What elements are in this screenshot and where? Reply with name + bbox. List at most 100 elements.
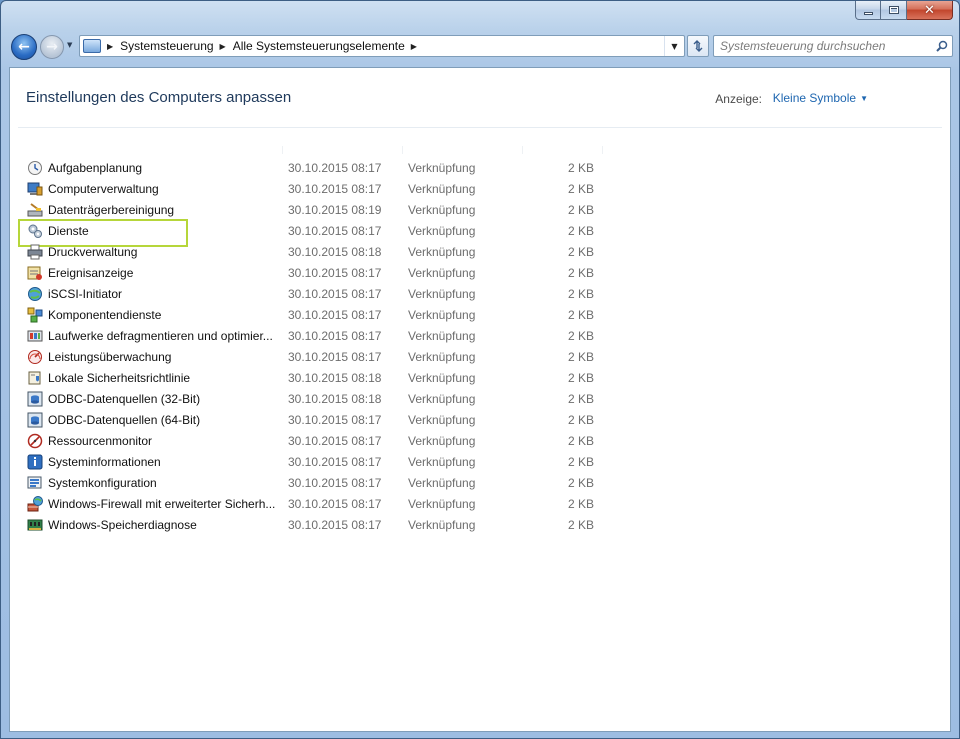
breadcrumb-chevron-icon[interactable]: ▶ <box>411 42 417 51</box>
item-type: Verknüpfung <box>408 475 476 490</box>
navigation-bar: ← → ▼ ▶ Systemsteuerung ▶ Alle Systemste… <box>9 31 953 63</box>
item-type: Verknüpfung <box>408 433 476 448</box>
item-date: 30.10.2015 08:17 <box>288 433 382 448</box>
item-date: 30.10.2015 08:19 <box>288 202 382 217</box>
recent-pages-dropdown-icon[interactable]: ▼ <box>67 41 72 49</box>
item-size: 2 KB <box>567 286 594 301</box>
item-size: 2 KB <box>567 517 594 532</box>
list-item[interactable]: Lokale Sicherheitsrichtlinie 30.10.2015 0… <box>24 367 624 388</box>
item-type: Verknüpfung <box>408 202 476 217</box>
address-dropdown-icon[interactable]: ▼ <box>664 36 684 56</box>
item-date: 30.10.2015 08:17 <box>288 517 382 532</box>
computer-management-icon <box>27 182 43 195</box>
security-policy-icon <box>28 371 41 384</box>
page-title: Einstellungen des Computers anpassen <box>26 89 292 106</box>
item-type: Verknüpfung <box>408 223 476 238</box>
content-pane: Einstellungen des Computers anpassen Anz… <box>9 67 951 732</box>
list-item[interactable]: Laufwerke defragmentieren und optimier..… <box>24 325 624 346</box>
list-item[interactable]: Aufgabenplanung 30.10.2015 08:17 Verknüpfu… <box>24 157 624 178</box>
view-label: Anzeige: <box>715 92 762 106</box>
item-type: Verknüpfung <box>408 160 476 175</box>
item-type: Verknüpfung <box>408 307 476 322</box>
back-arrow-icon: ← <box>18 39 30 55</box>
disk-cleanup-icon <box>27 202 43 216</box>
item-date: 30.10.2015 08:17 <box>288 475 382 490</box>
item-date: 30.10.2015 08:17 <box>288 349 382 364</box>
list-item[interactable]: ODBC-Datenquellen (32-Bit) 30.10.2015 08:… <box>24 388 624 409</box>
item-size: 2 KB <box>567 244 594 259</box>
item-name: Computerverwaltung <box>48 181 159 196</box>
system-config-icon <box>27 476 42 488</box>
item-name: Windows-Speicherdiagnose <box>48 517 197 532</box>
item-size: 2 KB <box>567 370 594 385</box>
item-name: Systeminformationen <box>48 454 161 469</box>
breadcrumb-chevron-icon[interactable]: ▶ <box>220 42 226 51</box>
view-mode-dropdown[interactable]: Kleine Symbole ▼ <box>773 91 868 105</box>
chevron-down-icon: ▼ <box>860 93 868 103</box>
list-item[interactable]: Dienste 30.10.2015 08:17 Verknüpfung 2 KB <box>18 219 624 247</box>
search-box <box>713 35 953 57</box>
list-item[interactable]: Computerverwaltung 30.10.2015 08:17 Verknü… <box>24 178 624 199</box>
system-info-icon <box>27 454 43 469</box>
item-date: 30.10.2015 08:17 <box>288 496 382 511</box>
item-date: 30.10.2015 08:17 <box>288 265 382 280</box>
item-date: 30.10.2015 08:17 <box>288 307 382 322</box>
component-services-icon <box>27 307 43 322</box>
list-item[interactable]: Ereignisanzeige 30.10.2015 08:17 Verknüpfu… <box>24 262 624 283</box>
item-date: 30.10.2015 08:18 <box>288 391 382 406</box>
maximize-button[interactable] <box>881 1 907 20</box>
item-name: iSCSI-Initiator <box>48 286 123 301</box>
view-mode-value: Kleine Symbole <box>772 91 857 105</box>
minimize-button[interactable] <box>855 1 881 20</box>
item-list: Aufgabenplanung 30.10.2015 08:17 Verknüpfu… <box>18 157 624 535</box>
item-type: Verknüpfung <box>408 265 476 280</box>
item-date: 30.10.2015 08:17 <box>288 412 382 427</box>
breadcrumb-systemsteuerung[interactable]: Systemsteuerung <box>120 39 213 53</box>
item-type: Verknüpfung <box>408 454 476 469</box>
clock-icon <box>28 160 42 175</box>
item-size: 2 KB <box>567 454 594 469</box>
list-item[interactable]: ODBC-Datenquellen (64-Bit) 30.10.2015 08:… <box>24 409 624 430</box>
close-button[interactable]: ✕ <box>907 1 953 20</box>
address-bar[interactable]: ▶ Systemsteuerung ▶ Alle Systemsteuerung… <box>79 35 685 57</box>
item-name: ODBC-Datenquellen (64-Bit) <box>48 412 201 427</box>
list-item[interactable]: Windows-Speicherdiagnose 30.10.2015 08:17… <box>24 514 624 535</box>
search-input[interactable] <box>720 39 932 53</box>
item-name: Dienste <box>48 223 89 238</box>
item-size: 2 KB <box>567 391 594 406</box>
forward-button[interactable]: → <box>40 35 64 59</box>
list-item[interactable]: Leistungsüberwachung 30.10.2015 08:17 Verk… <box>24 346 624 367</box>
item-date: 30.10.2015 08:17 <box>288 223 382 238</box>
item-name: Windows-Firewall mit erweiterter Sicherh… <box>48 496 276 511</box>
refresh-icon <box>693 40 703 52</box>
item-size: 2 KB <box>567 265 594 280</box>
item-size: 2 KB <box>567 307 594 322</box>
refresh-button[interactable] <box>687 35 709 57</box>
item-type: Verknüpfung <box>408 370 476 385</box>
back-button[interactable]: ← <box>11 34 37 60</box>
list-item[interactable]: Druckverwaltung 30.10.2015 08:18 Verknüpfu… <box>24 241 624 262</box>
item-type: Verknüpfung <box>408 286 476 301</box>
list-item[interactable]: Ressourcenmonitor 30.10.2015 08:17 Verknüp… <box>24 430 624 451</box>
close-icon: ✕ <box>924 2 935 18</box>
firewall-icon <box>27 495 43 511</box>
list-item[interactable]: Datenträgerbereinigung 30.10.2015 08:19 Ve… <box>24 199 624 220</box>
item-name: Ressourcenmonitor <box>48 433 153 448</box>
item-size: 2 KB <box>567 475 594 490</box>
breadcrumb-alle-elemente[interactable]: Alle Systemsteuerungselemente <box>233 39 405 53</box>
list-item[interactable]: Windows-Firewall mit erweiterter Sicherh… <box>24 493 624 514</box>
search-icon[interactable] <box>932 40 952 52</box>
item-size: 2 KB <box>567 349 594 364</box>
memory-diagnostic-icon <box>27 519 43 530</box>
list-item[interactable]: Systeminformationen 30.10.2015 08:17 Verkn… <box>24 451 624 472</box>
list-item[interactable]: iSCSI-Initiator 30.10.2015 08:17 Verknüpfu… <box>24 283 624 304</box>
item-size: 2 KB <box>567 160 594 175</box>
printer-icon <box>27 244 43 259</box>
item-size: 2 KB <box>567 328 594 343</box>
list-item[interactable]: Systemkonfiguration 30.10.2015 08:17 Verkn… <box>24 472 624 493</box>
item-date: 30.10.2015 08:18 <box>288 370 382 385</box>
breadcrumb-chevron-icon[interactable]: ▶ <box>107 42 113 51</box>
item-name: Aufgabenplanung <box>48 160 143 175</box>
item-type: Verknüpfung <box>408 496 476 511</box>
list-item[interactable]: Komponentendienste 30.10.2015 08:17 Verknü… <box>24 304 624 325</box>
